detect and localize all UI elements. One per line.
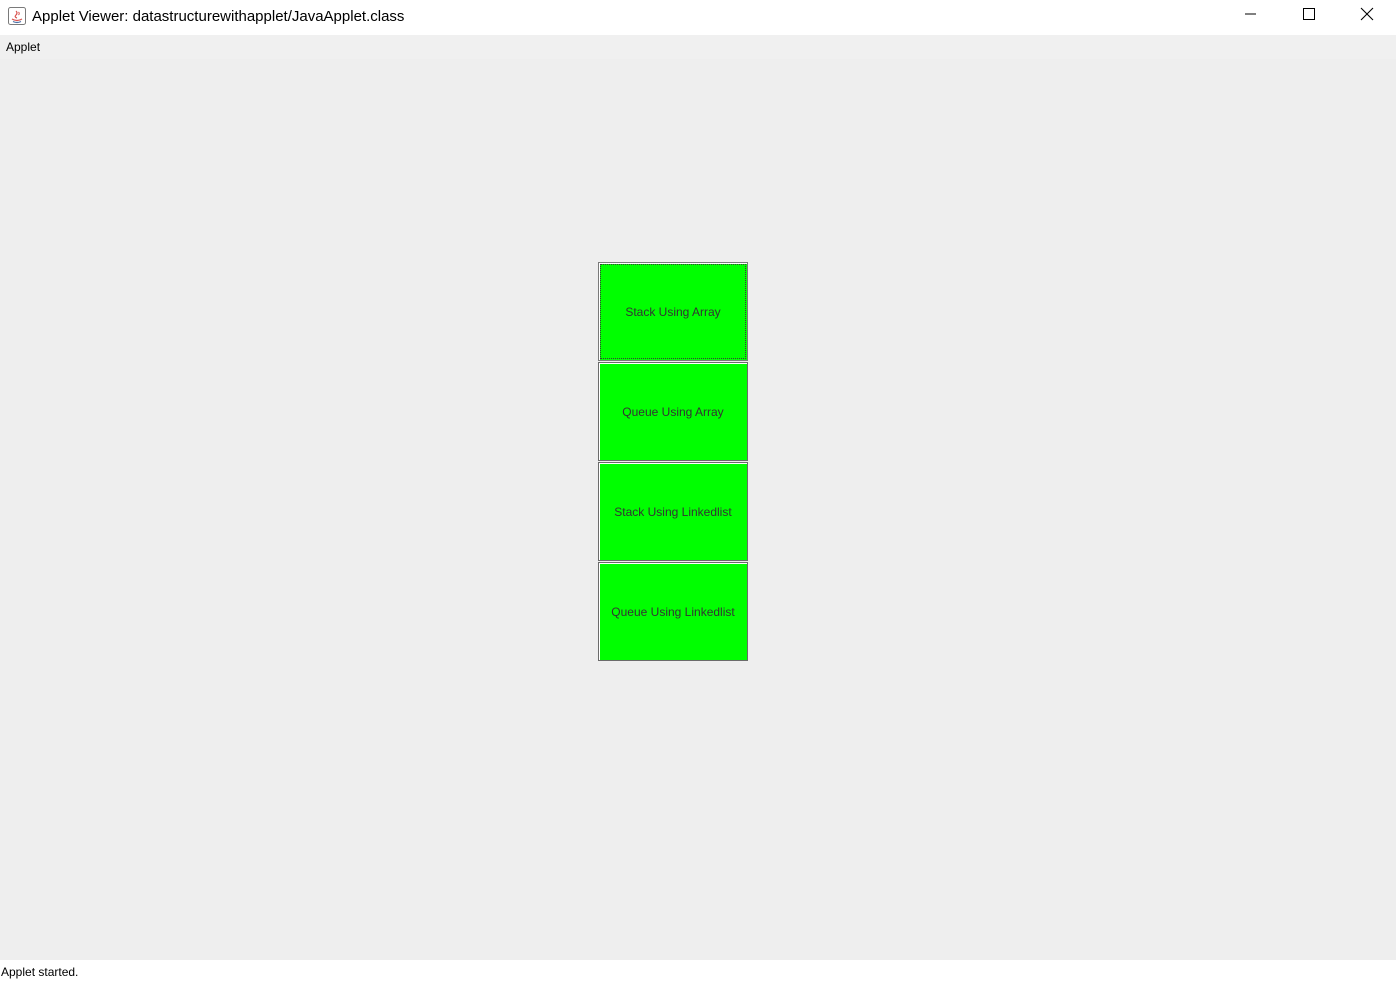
close-button[interactable] [1338,0,1396,32]
close-icon [1360,7,1374,26]
stack-using-linkedlist-button[interactable]: Stack Using Linkedlist [598,462,748,561]
status-bar: Applet started. [0,960,1396,983]
maximize-button[interactable] [1280,0,1338,32]
minimize-button[interactable] [1222,0,1280,32]
window-title: Applet Viewer: datastructurewithapplet/J… [32,8,405,25]
status-text: Applet started. [1,965,79,979]
stack-using-array-button[interactable]: Stack Using Array [598,262,748,361]
minimize-icon [1245,7,1257,25]
maximize-icon [1303,7,1315,25]
queue-using-array-button[interactable]: Queue Using Array [598,362,748,461]
applet-panel: Stack Using Array Queue Using Array Stac… [0,59,1396,960]
menu-applet[interactable]: Applet [6,40,40,54]
queue-using-linkedlist-button[interactable]: Queue Using Linkedlist [598,562,748,661]
title-bar[interactable]: Applet Viewer: datastructurewithapplet/J… [0,0,1396,34]
menu-bar: Applet [0,35,1396,59]
applet-viewer-window: Applet Viewer: datastructurewithapplet/J… [0,0,1396,983]
java-icon [8,7,26,25]
